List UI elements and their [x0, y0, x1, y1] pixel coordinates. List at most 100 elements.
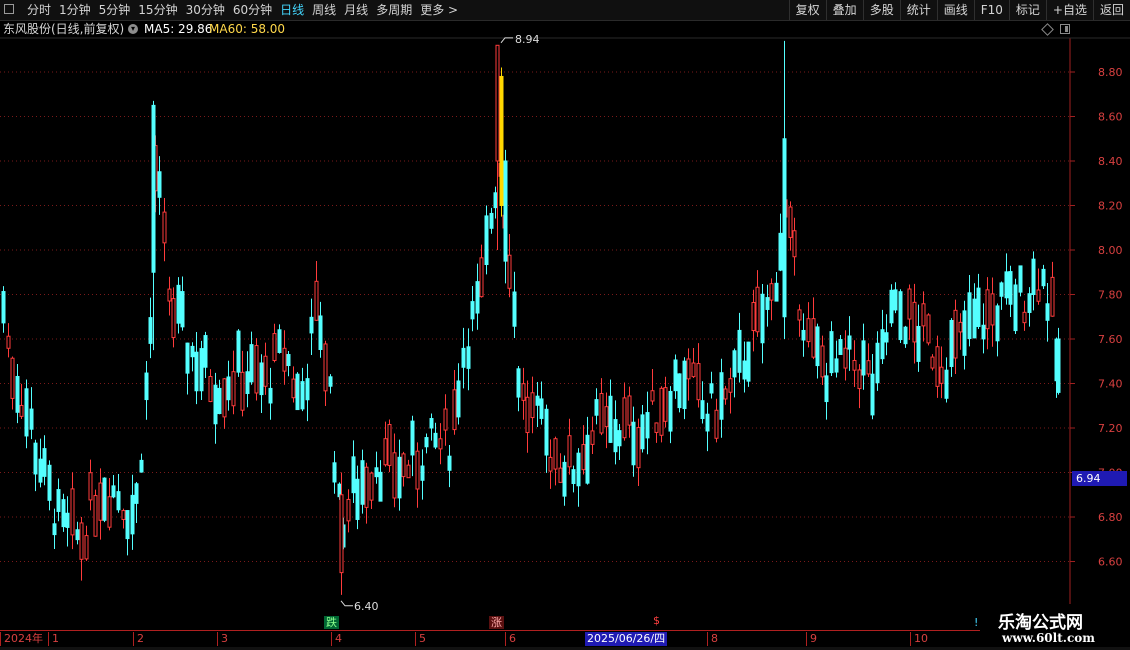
candle-body: [857, 369, 862, 390]
candle-body: [760, 293, 765, 344]
dollar-marker[interactable]: $: [651, 614, 662, 627]
candle-body: [668, 390, 673, 432]
candle-body: [93, 495, 98, 537]
watermark-title: 乐淘公式网: [998, 613, 1083, 633]
candle-body: [650, 390, 655, 402]
candle-body: [309, 316, 314, 334]
candle-body: [981, 324, 986, 340]
candle-body: [75, 529, 80, 541]
candle-body: [1056, 338, 1061, 393]
candle-body: [397, 456, 402, 499]
candle-body: [493, 192, 498, 209]
candle-body: [107, 496, 112, 528]
candle-body: [277, 329, 282, 353]
candle-body: [576, 452, 581, 487]
candle-body: [774, 282, 779, 302]
candle-body: [332, 462, 337, 483]
candle-body: [401, 453, 406, 478]
candle-body: [765, 297, 770, 310]
candle-body: [838, 339, 843, 355]
candle-body: [820, 345, 825, 378]
candle-body: [65, 512, 70, 528]
candle-body: [866, 360, 871, 375]
fall-marker[interactable]: 跌: [324, 616, 339, 629]
candle-body: [226, 376, 231, 401]
candle-body: [268, 387, 273, 404]
candle-body: [594, 399, 599, 416]
candle-body: [364, 466, 369, 508]
date-label-4: 4: [331, 632, 342, 646]
candle-body: [323, 343, 328, 392]
candle-body: [151, 104, 156, 273]
candle-body: [470, 301, 475, 320]
candle-body: [10, 357, 15, 399]
candle-body: [190, 345, 195, 358]
candle-body: [581, 444, 586, 471]
candle-body: [383, 438, 388, 466]
candle-body: [990, 293, 995, 326]
candle-body: [29, 408, 34, 430]
candle-body: [525, 396, 530, 434]
candle-body: [907, 288, 912, 320]
candle-body: [870, 373, 875, 416]
candle-body: [406, 464, 411, 479]
low-pointer-icon: [340, 600, 353, 607]
candle-body: [571, 469, 576, 485]
price-label: 6.80: [1098, 511, 1123, 524]
date-axis: 2024年 1 2 3 4 5 6 2025/06/26/四 8 9 10: [0, 630, 980, 647]
price-label: 8.00: [1098, 244, 1123, 257]
candle-body: [499, 75, 504, 206]
candle-body: [443, 408, 448, 431]
candle-body: [829, 331, 834, 374]
candle-body: [921, 303, 926, 327]
candle-body: [843, 347, 848, 369]
candle-body: [456, 380, 461, 418]
candle-body: [949, 319, 954, 367]
candle-body: [378, 471, 383, 502]
candle-body: [452, 389, 457, 431]
candle-body: [88, 472, 93, 501]
date-label-6: 6: [505, 632, 516, 646]
candle-body: [495, 44, 500, 162]
candle-body: [801, 329, 806, 341]
candle-body: [640, 414, 645, 450]
candle-body: [70, 488, 75, 536]
price-label: 7.80: [1098, 289, 1123, 302]
candle-body: [217, 387, 222, 415]
candlestick-chart[interactable]: 8.808.608.408.208.007.807.607.407.207.00…: [0, 0, 1130, 650]
candle-body: [682, 360, 687, 410]
candle-body: [548, 456, 553, 472]
candle-body: [194, 351, 199, 392]
low-price-label: 6.40: [354, 600, 379, 613]
candle-body: [852, 359, 857, 371]
candle-body: [1041, 268, 1046, 287]
candle-body: [489, 212, 494, 229]
info-marker-icon: !: [974, 616, 978, 629]
candle-body: [714, 409, 719, 439]
candle-body: [746, 341, 751, 382]
candle-body: [636, 427, 641, 469]
candle-body: [19, 404, 24, 417]
candle-body: [953, 309, 958, 359]
candle-body: [272, 333, 277, 361]
candle-body: [691, 362, 696, 378]
candle-body: [125, 510, 130, 540]
price-label: 7.20: [1098, 422, 1123, 435]
price-label: 8.20: [1098, 200, 1123, 213]
candle-body: [778, 232, 783, 271]
candle-body: [985, 289, 990, 330]
price-label: 7.60: [1098, 333, 1123, 346]
candle-body: [157, 171, 162, 198]
candle-body: [1022, 311, 1027, 324]
candle-body: [1027, 293, 1032, 313]
candle-body: [590, 430, 595, 445]
candle-body: [392, 452, 397, 499]
candle-body: [553, 438, 558, 470]
rise-marker[interactable]: 涨: [489, 616, 504, 629]
date-label-10: 10: [910, 632, 928, 646]
candle-body: [295, 373, 300, 411]
candle-body: [645, 412, 650, 439]
candle-body: [884, 332, 889, 343]
date-label-7: 2025/06/26/四: [585, 632, 668, 646]
candle-body: [755, 286, 760, 333]
